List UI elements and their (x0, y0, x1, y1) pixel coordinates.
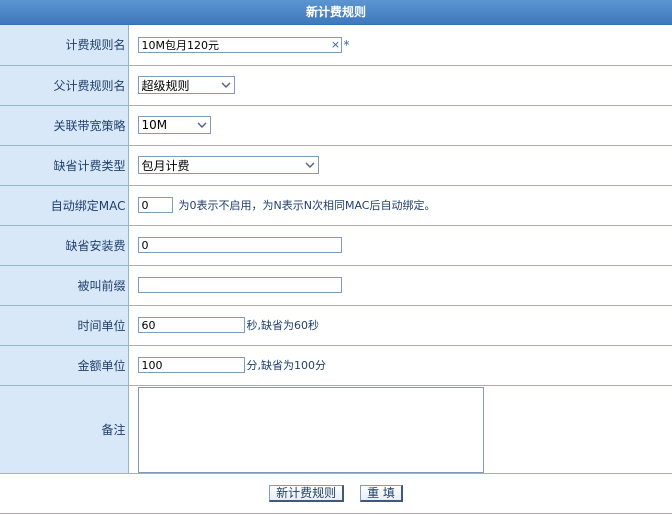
auto-bind-mac-cell: 为0表示不启用，为N表示N次相同MAC后自动绑定。 (128, 185, 672, 226)
auto-bind-mac-hint: 为0表示不启用，为N表示N次相同MAC后自动绑定。 (178, 199, 436, 212)
billing-rule-form: 计费规则名 ×* 父计费规则名 超级规则 关联带宽策略 10M (0, 25, 672, 514)
bandwidth-policy-select[interactable]: 10M (137, 116, 211, 134)
parent-rule-selected: 超级规则 (141, 78, 190, 93)
bandwidth-policy-label: 关联带宽策略 (0, 105, 129, 146)
row-install-fee: 缺省安装费 (0, 225, 672, 266)
amount-unit-label: 金额单位 (0, 345, 129, 386)
remark-label: 备注 (0, 385, 129, 474)
chevron-down-icon (194, 117, 210, 133)
called-prefix-label: 被叫前缀 (0, 265, 129, 306)
row-remark: 备注 (0, 385, 672, 474)
remark-textarea[interactable] (137, 386, 484, 473)
rule-name-label: 计费规则名 (0, 25, 129, 66)
time-unit-hint: 秒,缺省为60秒 (246, 319, 320, 332)
row-time-unit: 时间单位 秒,缺省为60秒 (0, 305, 672, 346)
amount-unit-input[interactable] (137, 357, 245, 373)
buttons-cell: 新计费规则重 填 (0, 473, 672, 514)
chevron-down-icon (302, 157, 318, 173)
bandwidth-policy-selected: 10M (141, 118, 168, 132)
billing-type-select[interactable]: 包月计费 (137, 156, 319, 174)
install-fee-cell (128, 225, 672, 266)
clear-icon[interactable]: × (330, 38, 342, 51)
auto-bind-mac-label: 自动绑定MAC (0, 185, 129, 226)
billing-type-label: 缺省计费类型 (0, 145, 129, 186)
parent-rule-label: 父计费规则名 (0, 65, 129, 106)
row-buttons: 新计费规则重 填 (0, 473, 672, 514)
install-fee-label: 缺省安装费 (0, 225, 129, 266)
parent-rule-select[interactable]: 超级规则 (137, 76, 235, 94)
new-billing-rule-page: 新计费规则 计费规则名 ×* 父计费规则名 超级规则 关联带宽策略 (0, 0, 672, 515)
chevron-down-icon (218, 77, 234, 93)
amount-unit-cell: 分,缺省为100分 (128, 345, 672, 386)
rule-name-input[interactable] (137, 36, 342, 53)
time-unit-cell: 秒,缺省为60秒 (128, 305, 672, 346)
page-title: 新计费规则 (0, 0, 672, 25)
called-prefix-cell (128, 265, 672, 306)
bandwidth-policy-cell: 10M (128, 105, 672, 146)
row-billing-type: 缺省计费类型 包月计费 (0, 145, 672, 186)
amount-unit-hint: 分,缺省为100分 (246, 359, 327, 372)
called-prefix-input[interactable] (137, 277, 342, 293)
time-unit-label: 时间单位 (0, 305, 129, 346)
row-bandwidth-policy: 关联带宽策略 10M (0, 105, 672, 146)
row-called-prefix: 被叫前缀 (0, 265, 672, 306)
row-rule-name: 计费规则名 ×* (0, 25, 672, 66)
install-fee-input[interactable] (137, 237, 342, 253)
time-unit-input[interactable] (137, 317, 245, 333)
rule-name-cell: ×* (128, 25, 672, 66)
submit-button[interactable]: 新计费规则 (269, 484, 345, 502)
billing-type-selected: 包月计费 (141, 158, 190, 173)
remark-cell (128, 385, 672, 474)
parent-rule-cell: 超级规则 (128, 65, 672, 106)
auto-bind-mac-input[interactable] (137, 197, 173, 213)
row-auto-bind-mac: 自动绑定MAC 为0表示不启用，为N表示N次相同MAC后自动绑定。 (0, 185, 672, 226)
reset-button[interactable]: 重 填 (360, 484, 403, 502)
required-mark: * (343, 37, 350, 52)
row-amount-unit: 金额单位 分,缺省为100分 (0, 345, 672, 386)
row-parent-rule: 父计费规则名 超级规则 (0, 65, 672, 106)
billing-type-cell: 包月计费 (128, 145, 672, 186)
